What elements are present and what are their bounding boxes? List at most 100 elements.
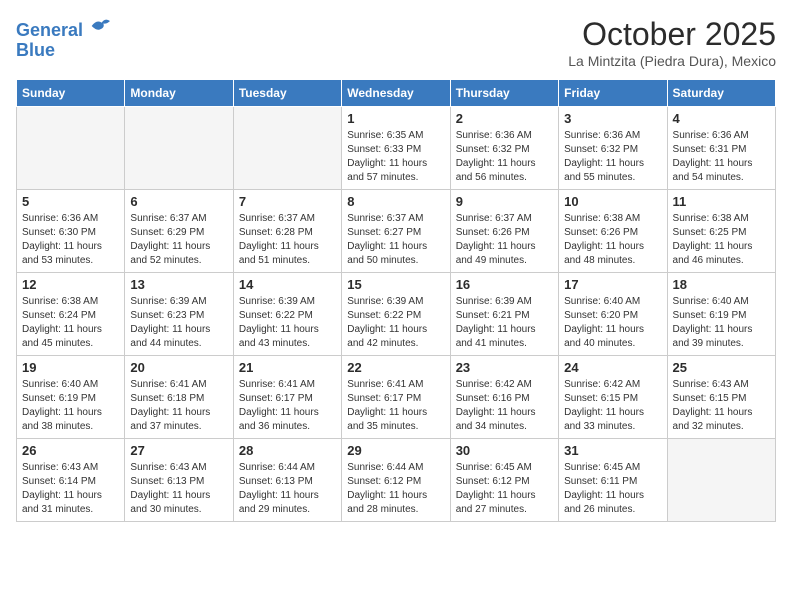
calendar-week-row: 12 Sunrise: 6:38 AM Sunset: 6:24 PM Dayli… <box>17 273 776 356</box>
weekday-header-thursday: Thursday <box>450 80 558 107</box>
day-info: Sunrise: 6:44 AM Sunset: 6:13 PM Dayligh… <box>239 461 336 517</box>
day-number: 15 <box>347 277 444 292</box>
calendar-cell: 2 Sunrise: 6:36 AM Sunset: 6:32 PM Daylig… <box>450 107 558 190</box>
day-number: 10 <box>564 194 661 209</box>
day-info: Sunrise: 6:41 AM Sunset: 6:17 PM Dayligh… <box>347 378 444 434</box>
day-number: 26 <box>22 443 119 458</box>
calendar-week-row: 26 Sunrise: 6:43 AM Sunset: 6:14 PM Dayli… <box>17 439 776 522</box>
day-number: 7 <box>239 194 336 209</box>
day-info: Sunrise: 6:36 AM Sunset: 6:32 PM Dayligh… <box>564 129 661 185</box>
day-number: 25 <box>673 360 770 375</box>
month-title: October 2025 <box>568 16 776 53</box>
day-info: Sunrise: 6:37 AM Sunset: 6:28 PM Dayligh… <box>239 212 336 268</box>
calendar-cell: 14 Sunrise: 6:39 AM Sunset: 6:22 PM Dayli… <box>233 273 341 356</box>
page-header: General Blue October 2025 La Mintzita (P… <box>16 16 776 69</box>
day-number: 12 <box>22 277 119 292</box>
day-number: 1 <box>347 111 444 126</box>
calendar-cell: 25 Sunrise: 6:43 AM Sunset: 6:15 PM Dayli… <box>667 356 775 439</box>
logo: General Blue <box>16 16 110 61</box>
calendar-cell: 26 Sunrise: 6:43 AM Sunset: 6:14 PM Dayli… <box>17 439 125 522</box>
calendar-cell: 6 Sunrise: 6:37 AM Sunset: 6:29 PM Daylig… <box>125 190 233 273</box>
calendar-cell: 22 Sunrise: 6:41 AM Sunset: 6:17 PM Dayli… <box>342 356 450 439</box>
calendar-cell: 3 Sunrise: 6:36 AM Sunset: 6:32 PM Daylig… <box>559 107 667 190</box>
day-number: 30 <box>456 443 553 458</box>
calendar-cell: 30 Sunrise: 6:45 AM Sunset: 6:12 PM Dayli… <box>450 439 558 522</box>
day-number: 23 <box>456 360 553 375</box>
day-number: 13 <box>130 277 227 292</box>
calendar-cell: 17 Sunrise: 6:40 AM Sunset: 6:20 PM Dayli… <box>559 273 667 356</box>
day-number: 20 <box>130 360 227 375</box>
day-info: Sunrise: 6:39 AM Sunset: 6:22 PM Dayligh… <box>347 295 444 351</box>
day-number: 24 <box>564 360 661 375</box>
calendar-cell: 11Sunrise: 6:38 AM Sunset: 6:25 PM Dayli… <box>667 190 775 273</box>
day-number: 14 <box>239 277 336 292</box>
day-info: Sunrise: 6:39 AM Sunset: 6:23 PM Dayligh… <box>130 295 227 351</box>
day-number: 8 <box>347 194 444 209</box>
day-info: Sunrise: 6:43 AM Sunset: 6:14 PM Dayligh… <box>22 461 119 517</box>
day-number: 19 <box>22 360 119 375</box>
calendar-cell <box>17 107 125 190</box>
logo-bird-icon <box>90 16 110 36</box>
calendar-week-row: 5 Sunrise: 6:36 AM Sunset: 6:30 PM Daylig… <box>17 190 776 273</box>
day-info: Sunrise: 6:37 AM Sunset: 6:29 PM Dayligh… <box>130 212 227 268</box>
day-number: 28 <box>239 443 336 458</box>
calendar-cell: 19Sunrise: 6:40 AM Sunset: 6:19 PM Dayli… <box>17 356 125 439</box>
calendar-cell: 9Sunrise: 6:37 AM Sunset: 6:26 PM Daylig… <box>450 190 558 273</box>
day-info: Sunrise: 6:38 AM Sunset: 6:24 PM Dayligh… <box>22 295 119 351</box>
day-info: Sunrise: 6:39 AM Sunset: 6:21 PM Dayligh… <box>456 295 553 351</box>
calendar-cell: 12 Sunrise: 6:38 AM Sunset: 6:24 PM Dayli… <box>17 273 125 356</box>
calendar-table: SundayMondayTuesdayWednesdayThursdayFrid… <box>16 79 776 522</box>
day-number: 16 <box>456 277 553 292</box>
calendar-week-row: 1 Sunrise: 6:35 AM Sunset: 6:33 PM Daylig… <box>17 107 776 190</box>
day-number: 27 <box>130 443 227 458</box>
calendar-cell <box>125 107 233 190</box>
day-info: Sunrise: 6:38 AM Sunset: 6:26 PM Dayligh… <box>564 212 661 268</box>
calendar-cell: 15 Sunrise: 6:39 AM Sunset: 6:22 PM Dayli… <box>342 273 450 356</box>
calendar-cell: 23 Sunrise: 6:42 AM Sunset: 6:16 PM Dayli… <box>450 356 558 439</box>
day-number: 11 <box>673 194 770 209</box>
day-number: 29 <box>347 443 444 458</box>
day-number: 21 <box>239 360 336 375</box>
day-info: Sunrise: 6:41 AM Sunset: 6:17 PM Dayligh… <box>239 378 336 434</box>
day-number: 31 <box>564 443 661 458</box>
calendar-cell: 29 Sunrise: 6:44 AM Sunset: 6:12 PM Dayli… <box>342 439 450 522</box>
day-info: Sunrise: 6:35 AM Sunset: 6:33 PM Dayligh… <box>347 129 444 185</box>
weekday-header-monday: Monday <box>125 80 233 107</box>
calendar-cell: 18 Sunrise: 6:40 AM Sunset: 6:19 PM Dayli… <box>667 273 775 356</box>
calendar-header-row: SundayMondayTuesdayWednesdayThursdayFrid… <box>17 80 776 107</box>
day-info: Sunrise: 6:43 AM Sunset: 6:13 PM Dayligh… <box>130 461 227 517</box>
location-text: La Mintzita (Piedra Dura), Mexico <box>568 53 776 69</box>
logo-line1: General <box>16 20 83 40</box>
day-number: 5 <box>22 194 119 209</box>
day-info: Sunrise: 6:37 AM Sunset: 6:27 PM Dayligh… <box>347 212 444 268</box>
day-info: Sunrise: 6:45 AM Sunset: 6:12 PM Dayligh… <box>456 461 553 517</box>
day-info: Sunrise: 6:43 AM Sunset: 6:15 PM Dayligh… <box>673 378 770 434</box>
day-info: Sunrise: 6:41 AM Sunset: 6:18 PM Dayligh… <box>130 378 227 434</box>
calendar-cell: 8 Sunrise: 6:37 AM Sunset: 6:27 PM Daylig… <box>342 190 450 273</box>
day-info: Sunrise: 6:36 AM Sunset: 6:30 PM Dayligh… <box>22 212 119 268</box>
day-info: Sunrise: 6:40 AM Sunset: 6:19 PM Dayligh… <box>673 295 770 351</box>
day-number: 22 <box>347 360 444 375</box>
day-info: Sunrise: 6:36 AM Sunset: 6:32 PM Dayligh… <box>456 129 553 185</box>
day-number: 3 <box>564 111 661 126</box>
calendar-cell <box>233 107 341 190</box>
weekday-header-saturday: Saturday <box>667 80 775 107</box>
day-number: 17 <box>564 277 661 292</box>
day-info: Sunrise: 6:42 AM Sunset: 6:16 PM Dayligh… <box>456 378 553 434</box>
day-number: 2 <box>456 111 553 126</box>
calendar-cell: 21 Sunrise: 6:41 AM Sunset: 6:17 PM Dayli… <box>233 356 341 439</box>
logo-text: General <box>16 16 110 41</box>
calendar-cell: 4Sunrise: 6:36 AM Sunset: 6:31 PM Daylig… <box>667 107 775 190</box>
day-info: Sunrise: 6:45 AM Sunset: 6:11 PM Dayligh… <box>564 461 661 517</box>
day-info: Sunrise: 6:40 AM Sunset: 6:20 PM Dayligh… <box>564 295 661 351</box>
day-number: 6 <box>130 194 227 209</box>
calendar-cell: 27 Sunrise: 6:43 AM Sunset: 6:13 PM Dayli… <box>125 439 233 522</box>
calendar-cell: 24Sunrise: 6:42 AM Sunset: 6:15 PM Dayli… <box>559 356 667 439</box>
day-number: 18 <box>673 277 770 292</box>
day-number: 9 <box>456 194 553 209</box>
calendar-cell: 16 Sunrise: 6:39 AM Sunset: 6:21 PM Dayli… <box>450 273 558 356</box>
calendar-cell: 13 Sunrise: 6:39 AM Sunset: 6:23 PM Dayli… <box>125 273 233 356</box>
day-info: Sunrise: 6:39 AM Sunset: 6:22 PM Dayligh… <box>239 295 336 351</box>
calendar-cell: 1 Sunrise: 6:35 AM Sunset: 6:33 PM Daylig… <box>342 107 450 190</box>
day-info: Sunrise: 6:44 AM Sunset: 6:12 PM Dayligh… <box>347 461 444 517</box>
